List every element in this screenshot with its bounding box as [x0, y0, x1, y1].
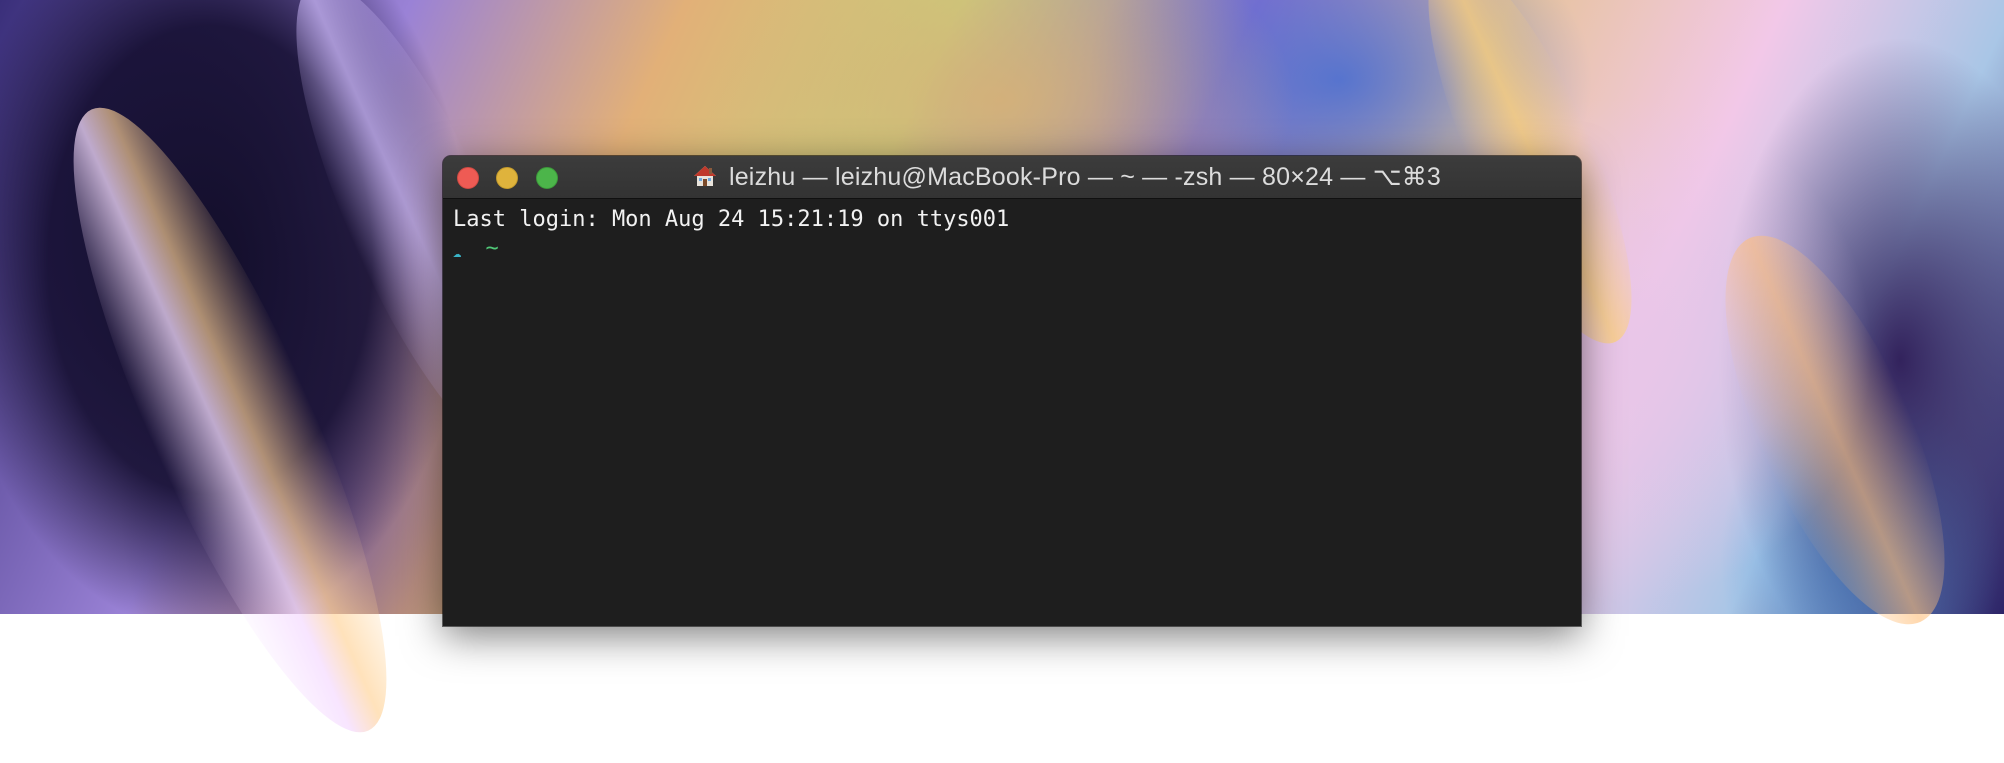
- prompt-directory: ~: [485, 236, 499, 261]
- minimize-button[interactable]: [496, 167, 518, 189]
- window-title: leizhu — leizhu@MacBook-Pro — ~ — -zsh —…: [613, 156, 1521, 198]
- wallpaper-streak: [1681, 207, 1989, 653]
- window-title-text: leizhu — leizhu@MacBook-Pro — ~ — -zsh —…: [728, 163, 1442, 191]
- prompt-line[interactable]: ☁ ~: [453, 234, 1571, 266]
- zoom-button[interactable]: [536, 167, 558, 189]
- close-button[interactable]: [457, 167, 479, 189]
- last-login-line: Last login: Mon Aug 24 15:21:19 on ttys0…: [453, 207, 1010, 232]
- terminal-window[interactable]: leizhu — leizhu@MacBook-Pro — ~ — -zsh —…: [443, 156, 1581, 626]
- title-bar[interactable]: leizhu — leizhu@MacBook-Pro — ~ — -zsh —…: [443, 156, 1581, 199]
- terminal-output[interactable]: Last login: Mon Aug 24 15:21:19 on ttys0…: [443, 199, 1581, 272]
- cloud-icon: ☁: [453, 245, 462, 261]
- home-icon: [693, 164, 717, 188]
